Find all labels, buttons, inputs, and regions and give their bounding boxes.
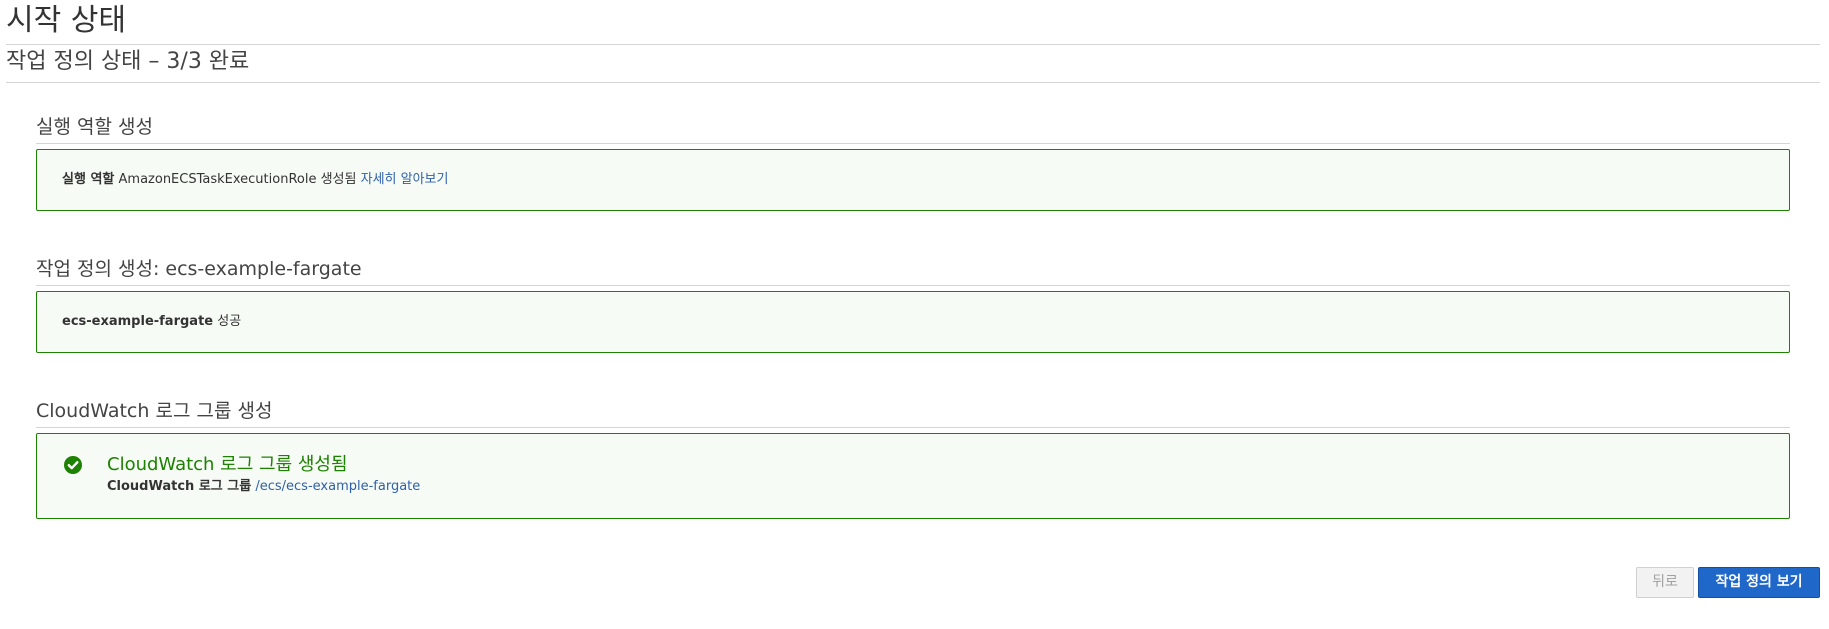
view-task-definition-button[interactable]: 작업 정의 보기	[1698, 567, 1820, 598]
learn-more-link[interactable]: 자세히 알아보기	[361, 172, 449, 187]
section-heading: CloudWatch 로그 그룹 생성	[36, 398, 1790, 428]
section-task-definition: 작업 정의 생성: ecs-example-fargate ecs-exampl…	[36, 256, 1790, 353]
success-alert: CloudWatch 로그 그룹 생성됨 CloudWatch 로그 그룹 /e…	[36, 433, 1790, 519]
section-heading: 작업 정의 생성: ecs-example-fargate	[36, 256, 1790, 286]
launch-status-page: 시작 상태 작업 정의 상태 – 3/3 완료 실행 역할 생성 실행 역할 A…	[0, 0, 1829, 629]
section-execution-role: 실행 역할 생성 실행 역할 AmazonECSTaskExecutionRol…	[36, 114, 1790, 211]
result-line: 실행 역할 AmazonECSTaskExecutionRole 생성됨 자세히…	[62, 171, 448, 189]
title-divider	[6, 44, 1820, 45]
page-title: 시작 상태	[6, 3, 126, 38]
success-detail: CloudWatch 로그 그룹 /ecs/ecs-example-fargat…	[107, 478, 420, 496]
result-label: CloudWatch 로그 그룹	[107, 479, 252, 494]
log-group-link[interactable]: /ecs/ecs-example-fargate	[255, 479, 420, 494]
back-button[interactable]: 뒤로	[1636, 567, 1694, 598]
result-box: ecs-example-fargate 성공	[36, 291, 1790, 353]
page-subtitle: 작업 정의 상태 – 3/3 완료	[6, 49, 250, 74]
result-label: ecs-example-fargate	[62, 314, 214, 329]
section-heading: 실행 역할 생성	[36, 114, 1790, 144]
result-line: ecs-example-fargate 성공	[62, 313, 241, 331]
result-box: 실행 역할 AmazonECSTaskExecutionRole 생성됨 자세히…	[36, 149, 1790, 211]
result-label: 실행 역할	[62, 172, 115, 187]
section-cloudwatch-log-group: CloudWatch 로그 그룹 생성 CloudWatch 로그 그룹 생성됨…	[36, 398, 1790, 519]
result-text: AmazonECSTaskExecutionRole 생성됨	[118, 172, 357, 187]
subtitle-divider	[6, 82, 1820, 83]
check-circle-icon	[64, 456, 82, 474]
success-title: CloudWatch 로그 그룹 생성됨	[107, 454, 348, 475]
result-text: 성공	[217, 314, 242, 329]
